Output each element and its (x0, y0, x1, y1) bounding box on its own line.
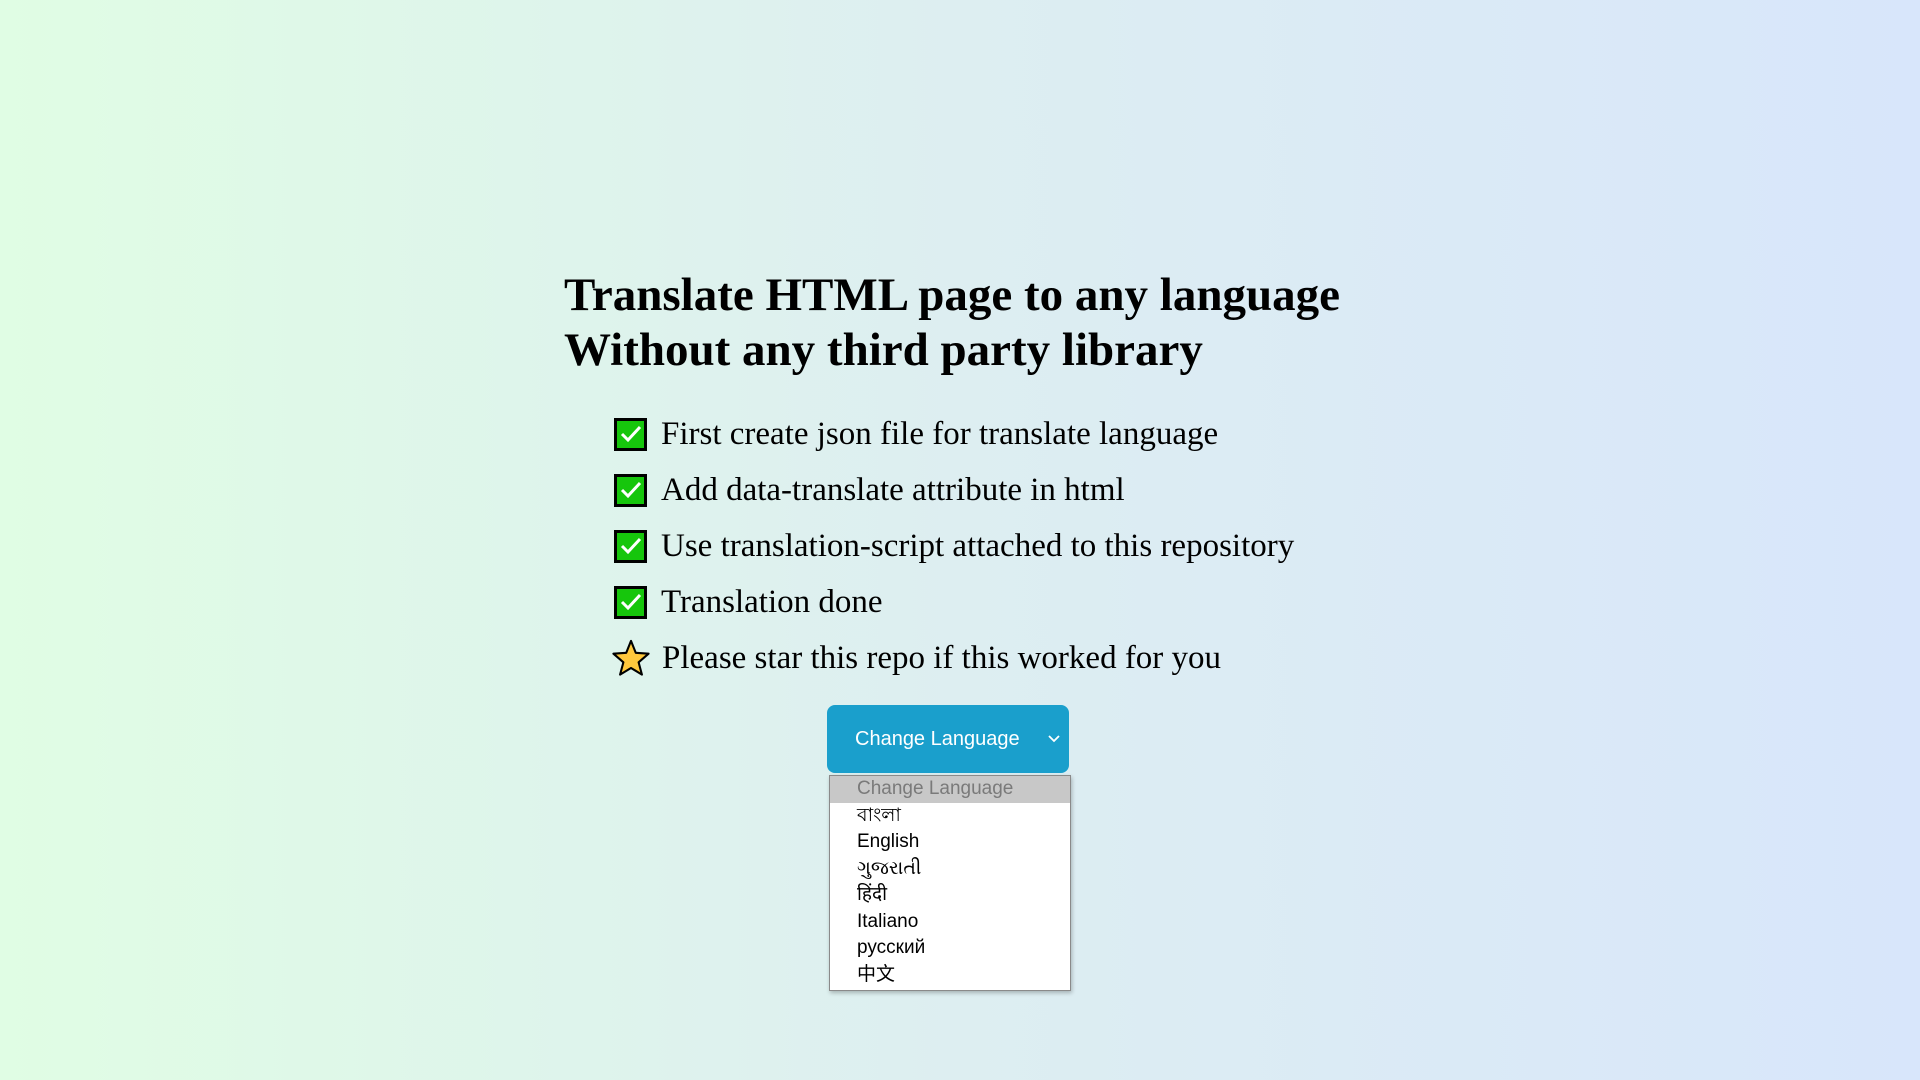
chevron-down-icon (1048, 735, 1060, 743)
check-icon (614, 529, 647, 563)
select-label: Change Language (855, 727, 1020, 750)
check-icon (614, 417, 647, 451)
step-text: Use translation-script attached to this … (661, 527, 1295, 564)
list-item: Add data-translate attribute in html (614, 462, 1464, 518)
step-text: Add data-translate attribute in html (661, 471, 1125, 508)
change-language-button[interactable]: Change Language (827, 705, 1069, 773)
page-title: Translate HTML page to any language With… (564, 268, 1464, 378)
step-text: Please star this repo if this worked for… (662, 639, 1222, 676)
star-icon (612, 639, 650, 676)
list-item: Use translation-script attached to this … (614, 518, 1464, 574)
title-line-1: Translate HTML page to any language (564, 269, 1340, 321)
main-content: Translate HTML page to any language With… (564, 268, 1464, 686)
step-text: First create json file for translate lan… (661, 415, 1219, 452)
option-english[interactable]: English (830, 829, 1070, 856)
check-icon (614, 473, 647, 507)
list-item: First create json file for translate lan… (614, 406, 1464, 462)
step-text: Translation done (661, 583, 883, 620)
language-select[interactable]: Change Language Change Language বাংলা En… (827, 705, 1071, 991)
steps-list: First create json file for translate lan… (564, 406, 1464, 686)
option-bengali[interactable]: বাংলা (830, 803, 1070, 830)
language-dropdown: Change Language বাংলা English ગુજરાતી हि… (829, 775, 1071, 991)
option-chinese[interactable]: 中文 (830, 962, 1070, 989)
option-gujarati[interactable]: ગુજરાતી (830, 856, 1070, 883)
option-russian[interactable]: русский (830, 935, 1070, 962)
option-hindi[interactable]: हिंदी (830, 882, 1070, 909)
list-item: Translation done (614, 574, 1464, 630)
option-italian[interactable]: Italiano (830, 909, 1070, 936)
option-placeholder: Change Language (830, 776, 1070, 803)
check-icon (614, 585, 647, 619)
title-line-2: Without any third party library (564, 324, 1203, 376)
list-item: Please star this repo if this worked for… (612, 630, 1464, 686)
